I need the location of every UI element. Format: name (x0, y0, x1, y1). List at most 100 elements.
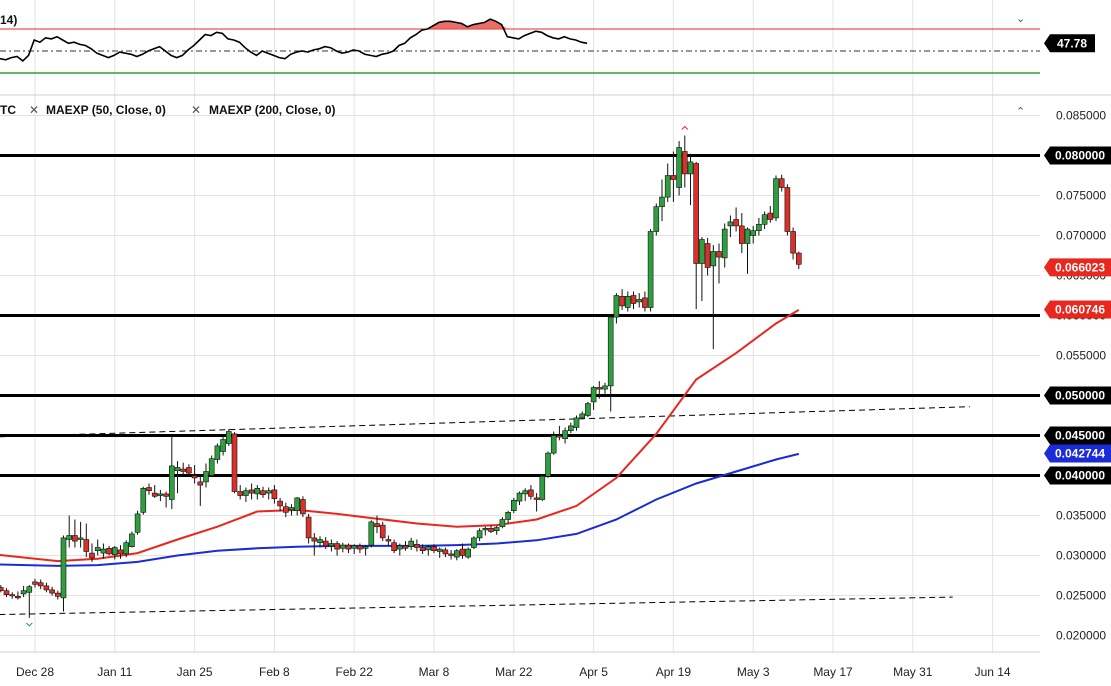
date-axis: Dec 28 Jan 11 Jan 25 Feb 8 Feb 22 Mar 8 Mar 22… (16, 665, 1011, 679)
candle (106, 545, 112, 556)
candle (750, 225, 757, 244)
candle-body (716, 251, 722, 258)
price-chart[interactable]: 47.78 0.085000 0.080000 0.075000 0.070000 0.… (0, 0, 1111, 686)
candle-body (567, 425, 574, 431)
candle (533, 493, 540, 512)
candle-body (345, 544, 352, 550)
date-tick-label: Jan 25 (177, 665, 213, 679)
candle-body (522, 490, 529, 495)
candle (453, 549, 460, 561)
moving-averages (0, 309, 800, 567)
candle-body (790, 231, 796, 254)
candle (134, 510, 141, 535)
candle-body (339, 544, 346, 549)
price-tick-label: 0.085000 (1056, 109, 1106, 123)
candle (180, 462, 186, 476)
candle (408, 537, 415, 550)
candle (471, 536, 477, 550)
candle-body (357, 545, 363, 550)
price-tick-label: 0.025000 (1056, 589, 1106, 603)
candle-body (60, 537, 67, 599)
candle (157, 489, 164, 502)
candle (322, 537, 329, 550)
candle-body (83, 539, 90, 552)
candle (721, 223, 728, 268)
candle (790, 227, 796, 260)
candle (334, 541, 340, 556)
candle (26, 585, 33, 618)
candle (265, 487, 272, 500)
grid-lines (0, 0, 1111, 653)
candle-body (744, 228, 751, 244)
candle (72, 519, 78, 548)
candle-body (453, 550, 460, 558)
date-tick-label: Apr 19 (656, 665, 692, 679)
candle (710, 245, 717, 350)
candle (670, 151, 677, 202)
candle-body (738, 225, 745, 244)
candle-body (203, 471, 209, 483)
candle-body (471, 537, 477, 548)
candle (687, 153, 694, 206)
candle (414, 539, 420, 552)
candle-body (322, 540, 329, 547)
candle (499, 517, 506, 529)
candle-body (49, 589, 55, 594)
candle (214, 443, 221, 464)
candle-body (26, 586, 33, 593)
candle-body (379, 524, 386, 539)
remove-ema50-icon[interactable]: ✕ (29, 103, 39, 117)
candle-body (248, 489, 255, 494)
candle-body (499, 519, 506, 527)
candle-body (642, 297, 648, 308)
candle-body (710, 251, 717, 267)
candle-body (624, 295, 631, 308)
date-tick-label: May 17 (813, 665, 853, 679)
candle-body (254, 487, 261, 495)
candle-body (482, 527, 489, 531)
chevron-up-icon[interactable]: ⌃ (1016, 105, 1025, 118)
price-badge: 0.066023 (1044, 258, 1111, 277)
candle-body (66, 535, 72, 540)
candle-body (169, 465, 175, 500)
candle-body (448, 553, 454, 556)
candle-body (37, 582, 44, 587)
candle-body (396, 545, 403, 550)
candle-body (0, 587, 4, 592)
candle (545, 451, 551, 478)
candle (163, 491, 169, 508)
legend-ema200[interactable]: MAEXP (200, Close, 0) (209, 103, 336, 117)
candle (0, 585, 4, 593)
candle (294, 497, 301, 516)
date-tick-label: Feb 22 (336, 665, 374, 679)
candle (43, 582, 50, 593)
candle (681, 135, 688, 188)
candle-body (32, 581, 38, 585)
candle-body (533, 497, 540, 500)
date-tick-label: Dec 28 (16, 665, 54, 679)
candle-body (659, 196, 665, 208)
chevron-down-icon[interactable]: ⌄ (1016, 12, 1025, 25)
candle (619, 289, 625, 310)
candle-body (391, 542, 397, 552)
candle-body (260, 490, 266, 496)
candle-body (54, 592, 61, 597)
candle (465, 547, 472, 559)
rsi-overbought-fill (0, 19, 588, 29)
remove-ema200-icon[interactable]: ✕ (191, 103, 201, 117)
candle (448, 549, 454, 560)
legend-symbol: TC (0, 103, 16, 117)
candle (391, 539, 397, 554)
legend-ema50[interactable]: MAEXP (50, Close, 0) (46, 103, 166, 117)
candle (100, 543, 107, 559)
candle-body (186, 467, 192, 474)
candle-body (442, 549, 449, 555)
candle (208, 455, 215, 478)
candle (778, 174, 785, 192)
price-badge: 0.050000 (1044, 386, 1111, 405)
candle-body (431, 546, 437, 552)
price-badge-text: 0.066023 (1055, 260, 1105, 274)
candle-body (733, 219, 739, 227)
candle (642, 291, 648, 312)
candle (522, 488, 529, 502)
